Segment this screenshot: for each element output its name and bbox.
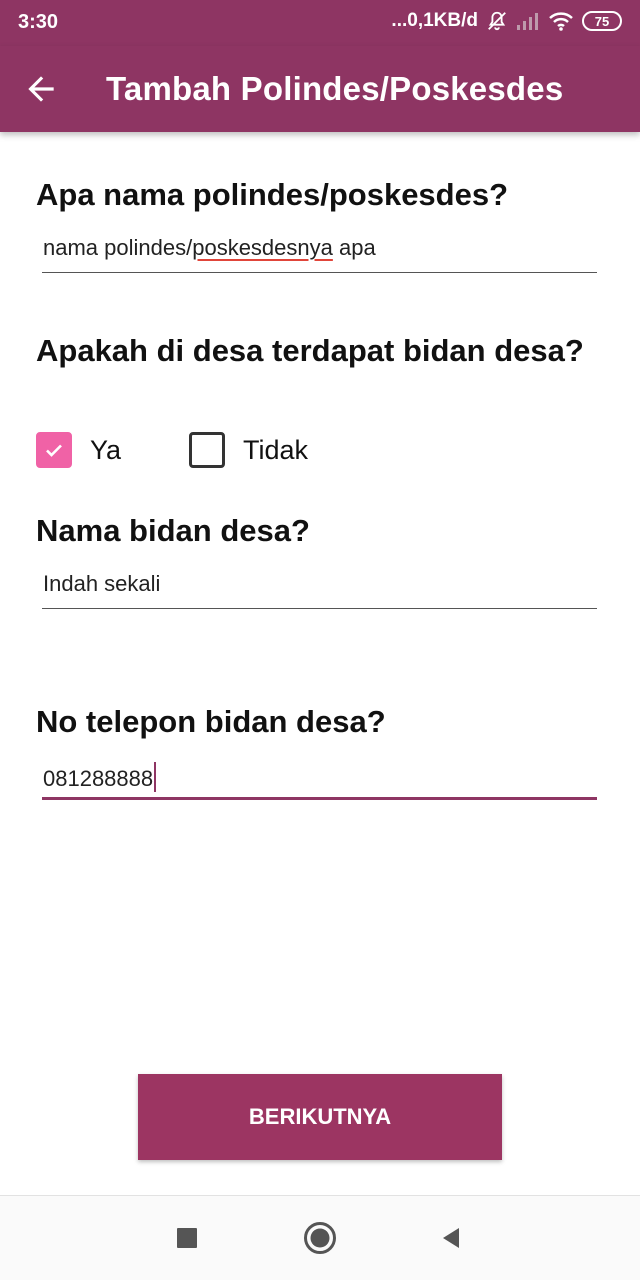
- battery-icon: 75: [582, 11, 622, 31]
- mute-icon: [486, 10, 508, 32]
- next-button[interactable]: BERIKUTNYA: [138, 1074, 502, 1160]
- status-time: 3:30: [18, 11, 59, 33]
- bidan-phone-field[interactable]: 081288888: [42, 756, 597, 800]
- checkbox-checked-icon[interactable]: [36, 432, 72, 468]
- option-ya-label: Ya: [90, 434, 122, 465]
- system-nav-bar: [0, 1195, 640, 1280]
- option-tidak-label: Tidak: [243, 434, 309, 465]
- text-cursor: [154, 762, 157, 792]
- back-triangle-icon[interactable]: [433, 1220, 469, 1256]
- status-icons: ...0,1KB/d 75: [391, 10, 622, 32]
- checkbox-unchecked-icon[interactable]: [189, 432, 226, 468]
- misspelled-word: poskesdesnya: [192, 235, 333, 260]
- status-bar: 3:30 ...0,1KB/d 75: [0, 0, 640, 46]
- page-title: Tambah Polindes/Poskesdes: [106, 70, 564, 107]
- question-bidan-phone: No telepon bidan desa?: [36, 704, 386, 739]
- question-bidan-name: Nama bidan desa?: [36, 513, 310, 548]
- arrow-back-icon[interactable]: [22, 70, 60, 108]
- bidan-name-value: Indah sekali: [43, 571, 161, 596]
- bidan-name-field[interactable]: Indah sekali: [42, 565, 597, 609]
- app-bar: Tambah Polindes/Poskesdes: [0, 46, 640, 132]
- question-polindes-name: Apa nama polindes/poskesdes?: [36, 177, 509, 212]
- bidan-phone-value: 081288888: [43, 762, 157, 792]
- option-ya[interactable]: Ya: [36, 432, 121, 468]
- polindes-name-field[interactable]: nama polindes/poskesdesnya apa: [42, 229, 597, 273]
- recent-apps-icon[interactable]: [169, 1220, 205, 1256]
- wifi-icon: [548, 11, 574, 31]
- option-tidak[interactable]: Tidak: [189, 432, 308, 468]
- network-speed: ...0,1KB/d: [391, 10, 478, 31]
- question-has-bidan: Apakah di desa terdapat bidan desa?: [36, 333, 584, 368]
- polindes-name-value: nama polindes/poskesdesnya apa: [43, 235, 376, 260]
- signal-icon: [516, 11, 540, 31]
- bidan-options: Ya Tidak: [36, 432, 376, 468]
- home-icon[interactable]: [302, 1220, 338, 1256]
